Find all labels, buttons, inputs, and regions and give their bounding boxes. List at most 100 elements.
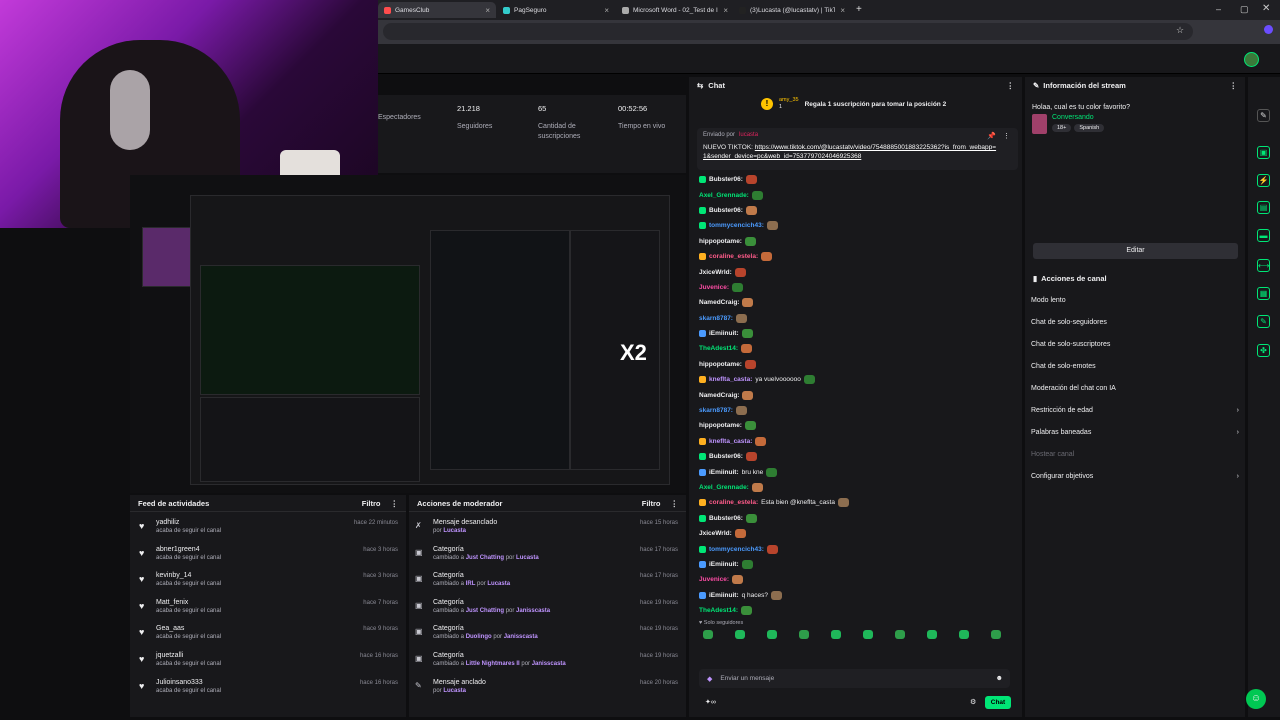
chat-username[interactable]: NamedCraig: bbox=[699, 299, 739, 306]
chat-username[interactable]: tommycencich43: bbox=[709, 546, 764, 553]
bookmark-icon[interactable]: ▤ bbox=[1257, 201, 1270, 214]
browser-tab[interactable]: PagSeguro × bbox=[497, 2, 615, 18]
close-window-icon[interactable]: ✕ bbox=[1262, 3, 1270, 14]
mod-row[interactable]: ▣ Categoría cambiado a IRL por Lucasta hace… bbox=[409, 569, 686, 596]
quick-emote-icon[interactable] bbox=[991, 630, 1001, 640]
channel-action-option[interactable]: Chat de solo-suscriptores bbox=[1025, 333, 1245, 355]
chat-username[interactable]: Bubster06: bbox=[709, 453, 743, 460]
chat-send-button[interactable]: Chat bbox=[985, 696, 1011, 709]
chat-bubble-icon[interactable]: ▬ bbox=[1257, 229, 1270, 242]
chat-username[interactable]: Axel_Grennade: bbox=[699, 484, 749, 491]
channel-action-option[interactable]: Chat de solo-seguidores bbox=[1025, 311, 1245, 333]
quick-emote-icon[interactable] bbox=[767, 630, 777, 640]
info-menu-icon[interactable]: ⋮ bbox=[1230, 81, 1238, 90]
maximize-icon[interactable]: ▢ bbox=[1240, 4, 1249, 15]
chat-message[interactable]: coraline_estela: Esta bien @kneflta_casta bbox=[689, 495, 1022, 510]
chat-message[interactable]: hippopotame: bbox=[689, 357, 1022, 372]
chat-username[interactable]: iEmiinuit: bbox=[709, 469, 739, 476]
chat-username[interactable]: iEmiinuit: bbox=[709, 330, 739, 337]
quick-emote-icon[interactable] bbox=[895, 630, 905, 640]
pinned-menu-icon[interactable]: ⋮ bbox=[1003, 132, 1010, 140]
chat-username[interactable]: JxiceWrld: bbox=[699, 269, 732, 276]
chat-username[interactable]: NamedCraig: bbox=[699, 392, 739, 399]
mod-row[interactable]: ▣ Categoría cambiado a Little Nightmares I… bbox=[409, 649, 686, 676]
pin-icon[interactable]: 📌 bbox=[987, 132, 996, 140]
browser-tab[interactable]: (3)Lucasta (@lucastatv) | TikTok × bbox=[733, 2, 851, 18]
channel-action-option[interactable]: Configurar objetivos › bbox=[1025, 465, 1245, 487]
code-icon[interactable]: ⟷ bbox=[1257, 259, 1270, 272]
quick-emote-icon[interactable] bbox=[831, 630, 841, 640]
browser-tab[interactable]: GamesClub × bbox=[378, 2, 496, 18]
edit-button[interactable]: Editar bbox=[1033, 243, 1238, 259]
chat-message[interactable]: iEmiinuit: bru kne bbox=[689, 464, 1022, 479]
feed-row[interactable]: ♥ abner1green4 acaba de seguir el canal hac… bbox=[130, 543, 406, 570]
points-icon[interactable]: ✦∞ bbox=[705, 698, 716, 706]
feed-menu-icon[interactable]: ⋮ bbox=[391, 499, 399, 508]
chat-username[interactable]: coraline_estela: bbox=[709, 499, 758, 506]
chat-username[interactable]: kneflta_casta: bbox=[709, 438, 752, 445]
edit-pencil-icon[interactable]: ✎ bbox=[1257, 109, 1270, 122]
chat-username[interactable]: Axel_Grennade: bbox=[699, 192, 749, 199]
chat-message[interactable]: tommycencich43: bbox=[689, 541, 1022, 556]
chat-username[interactable]: TheAdest14: bbox=[699, 345, 738, 352]
mod-menu-icon[interactable]: ⋮ bbox=[671, 499, 679, 508]
browser-tab[interactable]: Microsoft Word - 02_Test de I... × bbox=[616, 2, 734, 18]
chat-message[interactable]: TheAdest14: bbox=[689, 341, 1022, 356]
quick-emote-icon[interactable] bbox=[703, 630, 713, 640]
chat-message[interactable]: NamedCraig: bbox=[689, 295, 1022, 310]
mod-row[interactable]: ▣ Categoría cambiado a Duolingo por Janiss… bbox=[409, 622, 686, 649]
bits-icon[interactable]: ◆ bbox=[707, 675, 712, 683]
chat-message[interactable]: Bubster06: bbox=[689, 449, 1022, 464]
chat-message[interactable]: Bubster06: bbox=[689, 203, 1022, 218]
help-bubble-icon[interactable]: ☺ bbox=[1246, 689, 1266, 709]
tab-close-icon[interactable]: × bbox=[485, 6, 490, 15]
chat-message[interactable]: Juvenice: bbox=[689, 572, 1022, 587]
feed-row[interactable]: ♥ Julioinsano333 acaba de seguir el canal h… bbox=[130, 676, 406, 703]
tab-close-icon[interactable]: × bbox=[604, 6, 609, 15]
mod-row[interactable]: ▣ Categoría cambiado a Just Chatting por J… bbox=[409, 596, 686, 623]
lightning-icon[interactable]: ⚡ bbox=[1257, 174, 1270, 187]
chat-message[interactable]: tommycencich43: bbox=[689, 218, 1022, 233]
quick-emote-icon[interactable] bbox=[799, 630, 809, 640]
wrench-icon[interactable]: ✎ bbox=[1257, 315, 1270, 328]
channel-action-option[interactable]: Palabras baneadas › bbox=[1025, 421, 1245, 443]
feed-row[interactable]: ♥ Matt_fenix acaba de seguir el canal hace … bbox=[130, 596, 406, 623]
stream-tag[interactable]: Spanish bbox=[1074, 124, 1105, 132]
chat-message[interactable]: hippopotame: bbox=[689, 234, 1022, 249]
chat-username[interactable]: Juvenice: bbox=[699, 284, 729, 291]
emote-picker-icon[interactable]: ☻ bbox=[996, 675, 1003, 682]
chat-message[interactable]: NamedCraig: bbox=[689, 387, 1022, 402]
feed-row[interactable]: ♥ yadhiliz acaba de seguir el canal hace 22… bbox=[130, 516, 406, 543]
camera-icon[interactable]: ▣ bbox=[1257, 146, 1270, 159]
mod-row[interactable]: ▣ Categoría cambiado a Just Chatting por L… bbox=[409, 543, 686, 570]
chat-username[interactable]: iEmiinuit: bbox=[709, 561, 739, 568]
new-tab-button[interactable]: + bbox=[856, 4, 862, 15]
chat-username[interactable]: iEmiinuit: bbox=[709, 592, 739, 599]
bookmark-star-icon[interactable]: ☆ bbox=[1176, 25, 1184, 36]
mod-filter-button[interactable]: Filtro bbox=[642, 499, 661, 508]
apps-icon[interactable]: ✤ bbox=[1257, 344, 1270, 357]
chat-username[interactable]: Juvenice: bbox=[699, 576, 729, 583]
tab-close-icon[interactable]: × bbox=[840, 6, 845, 15]
chat-message[interactable]: skarn8787: bbox=[689, 403, 1022, 418]
channel-action-option[interactable]: Hostear canal bbox=[1025, 443, 1245, 465]
chat-message[interactable]: skarn8787: bbox=[689, 311, 1022, 326]
category-thumbnail[interactable] bbox=[1032, 114, 1047, 134]
chat-message[interactable]: JxiceWrld: bbox=[689, 526, 1022, 541]
chat-username[interactable]: Bubster06: bbox=[709, 176, 743, 183]
feed-row[interactable]: ♥ Gea_aas acaba de seguir el canal hace 9 h… bbox=[130, 622, 406, 649]
chat-username[interactable]: skarn8787: bbox=[699, 315, 733, 322]
chat-username[interactable]: JxiceWrld: bbox=[699, 530, 732, 537]
chat-username[interactable]: coraline_estela: bbox=[709, 253, 758, 260]
chat-username[interactable]: tommycencich43: bbox=[709, 222, 764, 229]
chat-username[interactable]: kneflta_casta: bbox=[709, 376, 752, 383]
chat-username[interactable]: hippopotame: bbox=[699, 238, 742, 245]
chat-username[interactable]: TheAdest14: bbox=[699, 607, 738, 614]
chat-message[interactable]: Axel_Grennade: bbox=[689, 480, 1022, 495]
chat-username[interactable]: skarn8787: bbox=[699, 407, 733, 414]
feed-row[interactable]: ♥ kevinby_14 acaba de seguir el canal hace … bbox=[130, 569, 406, 596]
pinned-message[interactable]: Enviado por lucasta NUEVO TIKTOK: https:/… bbox=[697, 128, 1018, 170]
chat-message[interactable]: iEmiinuit: q haces? bbox=[689, 588, 1022, 603]
chat-message[interactable]: hippopotame: bbox=[689, 418, 1022, 433]
feed-filter-button[interactable]: Filtro bbox=[362, 499, 381, 508]
